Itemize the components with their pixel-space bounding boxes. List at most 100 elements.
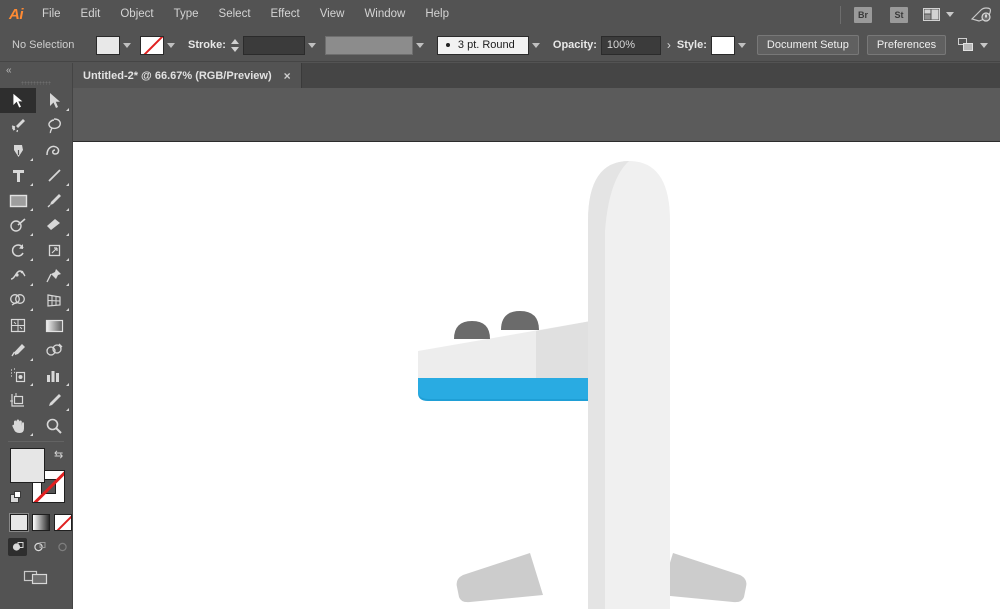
gradient-mode-button[interactable] bbox=[32, 514, 50, 531]
draw-behind-button[interactable] bbox=[30, 538, 49, 556]
stock-icon[interactable]: St bbox=[890, 7, 908, 23]
fill-swatch-dropdown[interactable] bbox=[120, 36, 134, 55]
bar-chart-icon bbox=[45, 368, 63, 384]
eyedropper-tool[interactable] bbox=[0, 338, 36, 363]
stroke-weight-field[interactable] bbox=[243, 36, 305, 55]
pen-tool[interactable] bbox=[0, 138, 36, 163]
type-tool[interactable] bbox=[0, 163, 36, 188]
flyout-indicator bbox=[30, 283, 33, 286]
perspective-grid-tool[interactable] bbox=[36, 288, 72, 313]
preferences-button[interactable]: Preferences bbox=[867, 35, 946, 55]
mesh-tool[interactable] bbox=[0, 313, 36, 338]
draw-inside-icon bbox=[56, 541, 69, 553]
graphic-style-dropdown[interactable] bbox=[735, 36, 749, 55]
stroke-weight-stepper[interactable] bbox=[230, 36, 241, 55]
arrange-documents-icon[interactable] bbox=[958, 38, 988, 52]
arrow-cursor-icon bbox=[11, 92, 26, 109]
slice-tool[interactable] bbox=[36, 388, 72, 413]
stroke-color-swatch[interactable] bbox=[140, 36, 164, 55]
eraser-tool[interactable] bbox=[36, 213, 72, 238]
direct-selection-tool[interactable] bbox=[36, 88, 72, 113]
menu-object[interactable]: Object bbox=[110, 0, 163, 29]
flyout-indicator bbox=[66, 283, 69, 286]
curvature-tool[interactable] bbox=[36, 138, 72, 163]
blend-tool[interactable] bbox=[36, 338, 72, 363]
column-graph-tool[interactable] bbox=[36, 363, 72, 388]
gradient-tool[interactable] bbox=[36, 313, 72, 338]
menu-help[interactable]: Help bbox=[415, 0, 459, 29]
tool-grid bbox=[0, 88, 72, 438]
shape-builder-tool[interactable] bbox=[0, 288, 36, 313]
stroke-swatch-dropdown[interactable] bbox=[164, 36, 178, 55]
width-tool[interactable] bbox=[0, 263, 36, 288]
zoom-tool[interactable] bbox=[36, 413, 72, 438]
color-mode-button[interactable] bbox=[10, 514, 28, 531]
brush-definition-dropdown[interactable] bbox=[529, 36, 543, 55]
shaper-tool[interactable] bbox=[0, 213, 36, 238]
chevron-down-icon bbox=[980, 43, 988, 48]
toolbar-divider bbox=[8, 441, 64, 442]
flyout-indicator bbox=[30, 433, 33, 436]
menu-view[interactable]: View bbox=[310, 0, 355, 29]
close-icon[interactable]: × bbox=[284, 70, 291, 82]
type-t-icon bbox=[11, 167, 26, 184]
shape-builder-icon bbox=[9, 292, 28, 309]
paint-mode-row bbox=[0, 510, 72, 531]
style-label: Style: bbox=[677, 39, 707, 51]
stroke-weight-dropdown[interactable] bbox=[305, 36, 319, 55]
fill-stroke-control: ⇆ bbox=[10, 448, 72, 510]
line-segment-tool[interactable] bbox=[36, 163, 72, 188]
rocket-glyph bbox=[970, 7, 992, 23]
menu-type[interactable]: Type bbox=[164, 0, 209, 29]
perspective-grid-icon bbox=[45, 292, 63, 309]
menu-window[interactable]: Window bbox=[354, 0, 415, 29]
bridge-icon[interactable]: Br bbox=[854, 7, 872, 23]
menu-file[interactable]: File bbox=[32, 0, 71, 29]
collapse-panel-button[interactable]: « bbox=[0, 63, 72, 77]
magic-wand-tool[interactable] bbox=[0, 113, 36, 138]
opacity-options-arrow[interactable]: › bbox=[667, 38, 671, 52]
selection-tool[interactable] bbox=[0, 88, 36, 113]
document-setup-button[interactable]: Document Setup bbox=[757, 35, 859, 55]
graphic-style-swatch[interactable] bbox=[711, 36, 735, 55]
airplane-artwork[interactable] bbox=[73, 142, 1000, 609]
shaper-icon bbox=[9, 217, 27, 234]
brush-definition-field[interactable]: 3 pt. Round bbox=[437, 36, 529, 55]
none-mode-button[interactable] bbox=[54, 514, 72, 531]
scale-tool[interactable] bbox=[36, 238, 72, 263]
menu-select[interactable]: Select bbox=[209, 0, 261, 29]
artboard-tool[interactable] bbox=[0, 388, 36, 413]
flyout-indicator bbox=[30, 208, 33, 211]
draw-normal-button[interactable] bbox=[8, 538, 27, 556]
document-tab[interactable]: Untitled-2* @ 66.67% (RGB/Preview) × bbox=[73, 63, 302, 88]
opacity-field[interactable]: 100% bbox=[601, 36, 661, 55]
menu-bar: Ai File Edit Object Type Select Effect V… bbox=[0, 0, 1000, 29]
rotate-tool[interactable] bbox=[0, 238, 36, 263]
hand-icon bbox=[9, 417, 27, 435]
symbol-sprayer-tool[interactable] bbox=[0, 363, 36, 388]
rectangle-icon bbox=[9, 193, 28, 209]
artboard-canvas[interactable] bbox=[73, 141, 1000, 609]
fill-color-box[interactable] bbox=[10, 448, 45, 483]
variable-width-profile-field[interactable] bbox=[325, 36, 413, 55]
default-fill-stroke-icon[interactable] bbox=[10, 491, 23, 504]
variable-width-dropdown[interactable] bbox=[413, 36, 427, 55]
menu-edit[interactable]: Edit bbox=[71, 0, 111, 29]
rotate-icon bbox=[10, 242, 27, 259]
menu-effect[interactable]: Effect bbox=[261, 0, 310, 29]
hand-tool[interactable] bbox=[0, 413, 36, 438]
lasso-tool[interactable] bbox=[36, 113, 72, 138]
panel-drag-handle[interactable] bbox=[0, 77, 72, 88]
search-adobe-icon[interactable] bbox=[970, 7, 992, 23]
draw-inside-button[interactable] bbox=[53, 538, 72, 556]
change-screen-mode-button[interactable] bbox=[0, 556, 72, 586]
paintbrush-tool[interactable] bbox=[36, 188, 72, 213]
fill-color-swatch[interactable] bbox=[96, 36, 120, 55]
rectangle-tool[interactable] bbox=[0, 188, 36, 213]
workspace-switcher-icon[interactable] bbox=[923, 8, 954, 21]
stroke-weight-label: Stroke: bbox=[188, 39, 226, 51]
default-fill bbox=[14, 491, 21, 498]
swap-fill-stroke-icon[interactable]: ⇆ bbox=[54, 448, 63, 461]
magnifier-icon bbox=[45, 417, 63, 435]
free-transform-tool[interactable] bbox=[36, 263, 72, 288]
